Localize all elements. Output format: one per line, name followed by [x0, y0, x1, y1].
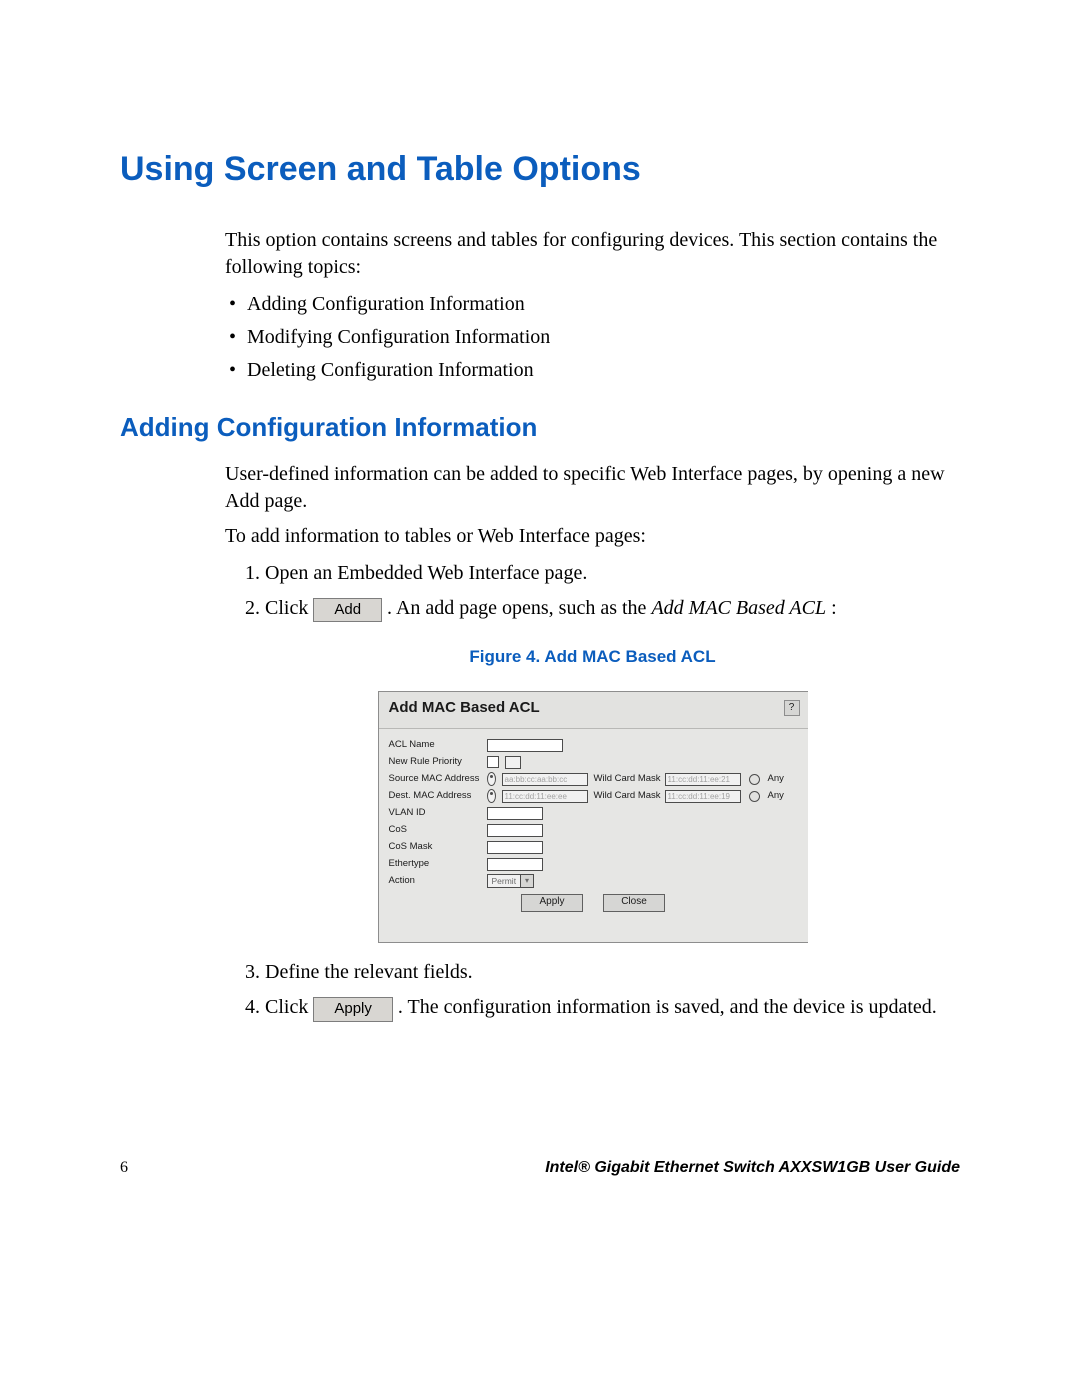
dialog-close-button[interactable]: Close: [603, 894, 665, 912]
step-item: Define the relevant fields.: [265, 959, 960, 986]
src-mac-radio[interactable]: [487, 772, 496, 786]
dialog-title: Add MAC Based ACL: [389, 698, 540, 718]
ethertype-field[interactable]: [487, 858, 543, 871]
dialog-body: ACL Name New Rule Priority Source MAC Ad…: [379, 729, 808, 912]
topic-item: Deleting Configuration Information: [247, 357, 960, 384]
dst-any-radio[interactable]: [749, 791, 760, 802]
rule-priority-checkbox[interactable]: [487, 756, 499, 768]
steps-list-cont: Define the relevant fields. Click Apply …: [225, 959, 960, 1021]
dst-mask-label: Wild Card Mask: [594, 790, 661, 803]
section-para: User-defined information can be added to…: [225, 461, 960, 515]
action-select[interactable]: Permit ▾: [487, 874, 535, 888]
cosmask-label: CoS Mask: [389, 841, 487, 854]
src-mac-field[interactable]: aa:bb:cc:aa:bb:cc: [502, 773, 588, 786]
step-em: Add MAC Based ACL: [651, 597, 826, 619]
dst-mask-field[interactable]: 11:cc:dd:11:ee:19: [665, 790, 741, 803]
vlan-field[interactable]: [487, 807, 543, 820]
cos-field[interactable]: [487, 824, 543, 837]
rule-priority-field[interactable]: [505, 756, 521, 769]
page-number: 6: [120, 1159, 128, 1177]
apply-button[interactable]: Apply: [313, 997, 393, 1021]
action-select-value: Permit: [488, 876, 521, 887]
section-body: User-defined information can be added to…: [225, 461, 960, 1022]
intro-block: This option contains screens and tables …: [225, 227, 960, 384]
dialog-apply-button[interactable]: Apply: [521, 894, 583, 912]
step-text: . An add page opens, such as the: [387, 597, 651, 619]
page-footer: 6 Intel® Gigabit Ethernet Switch AXXSW1G…: [120, 1159, 960, 1177]
dst-mac-radio[interactable]: [487, 789, 496, 803]
acl-name-field[interactable]: [487, 739, 563, 752]
figure-caption: Figure 4. Add MAC Based ACL: [225, 646, 960, 669]
cosmask-field[interactable]: [487, 841, 543, 854]
footer-title: Intel® Gigabit Ethernet Switch AXXSW1GB …: [545, 1159, 960, 1177]
section-title-adding: Adding Configuration Information: [120, 412, 960, 443]
steps-list: Open an Embedded Web Interface page. Cli…: [225, 560, 960, 622]
src-mask-label: Wild Card Mask: [594, 773, 661, 786]
figure-dialog-wrap: Add MAC Based ACL ? ACL Name New Rule Pr…: [225, 691, 960, 943]
chevron-down-icon: ▾: [520, 875, 533, 887]
step-item: Click Add . An add page opens, such as t…: [265, 595, 960, 622]
add-button[interactable]: Add: [313, 598, 382, 622]
step-item: Open an Embedded Web Interface page.: [265, 560, 960, 587]
add-mac-acl-dialog: Add MAC Based ACL ? ACL Name New Rule Pr…: [378, 691, 808, 943]
dialog-titlebar: Add MAC Based ACL ?: [379, 692, 808, 729]
src-any-radio[interactable]: [749, 774, 760, 785]
cos-label: CoS: [389, 824, 487, 837]
intro-text: This option contains screens and tables …: [225, 227, 960, 281]
page-title: Using Screen and Table Options: [120, 150, 960, 189]
step-text: Click: [265, 597, 313, 619]
topic-list: Adding Configuration Information Modifyi…: [225, 291, 960, 384]
step-text: . The configuration information is saved…: [398, 996, 937, 1018]
src-mac-label: Source MAC Address: [389, 773, 487, 786]
ethertype-label: Ethertype: [389, 858, 487, 871]
section-para: To add information to tables or Web Inte…: [225, 523, 960, 550]
help-icon[interactable]: ?: [784, 700, 800, 716]
action-label: Action: [389, 875, 487, 888]
acl-name-label: ACL Name: [389, 739, 487, 752]
topic-item: Modifying Configuration Information: [247, 324, 960, 351]
step-item: Click Apply . The configuration informat…: [265, 994, 960, 1021]
rule-priority-label: New Rule Priority: [389, 756, 487, 769]
step-text: :: [831, 597, 837, 619]
dst-mac-label: Dest. MAC Address: [389, 790, 487, 803]
dst-mac-field[interactable]: 11:cc:dd:11:ee:ee: [502, 790, 588, 803]
src-mask-field[interactable]: 11:cc:dd:11:ee:21: [665, 773, 741, 786]
dst-any-label: Any: [768, 790, 784, 803]
topic-item: Adding Configuration Information: [247, 291, 960, 318]
step-text: Click: [265, 996, 313, 1018]
vlan-label: VLAN ID: [389, 807, 487, 820]
src-any-label: Any: [768, 773, 784, 786]
